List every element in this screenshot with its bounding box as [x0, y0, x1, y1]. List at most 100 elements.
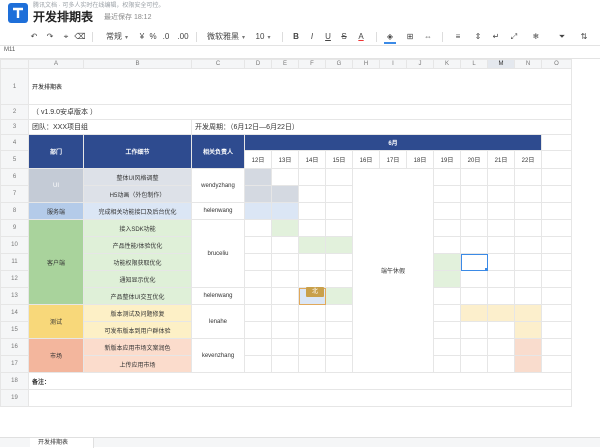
empty-cell[interactable] — [433, 321, 461, 339]
empty-cell[interactable] — [325, 219, 353, 237]
empty-cell[interactable] — [541, 304, 572, 322]
row-header[interactable]: 17 — [0, 355, 29, 373]
day-header[interactable]: 20日 — [460, 150, 488, 169]
empty-cell[interactable] — [460, 219, 488, 237]
empty-cell[interactable] — [460, 236, 488, 254]
day-header[interactable]: 15日 — [325, 150, 353, 169]
empty-cell[interactable] — [298, 304, 326, 322]
empty-cell[interactable] — [487, 219, 515, 237]
empty-cell[interactable] — [514, 202, 542, 220]
column-header-j[interactable]: J — [406, 59, 434, 69]
empty-cell[interactable] — [460, 202, 488, 220]
team-label[interactable]: 团队：XXX项目组 — [28, 119, 192, 135]
clear-format-icon[interactable]: ⌫ — [74, 30, 86, 44]
empty-cell[interactable] — [433, 355, 461, 373]
row-header[interactable]: 18 — [0, 372, 29, 390]
empty-cell[interactable] — [541, 270, 572, 288]
empty-cell[interactable] — [244, 270, 272, 288]
gantt-bar[interactable] — [271, 202, 299, 220]
task-cell[interactable]: 接入SDK功能 — [83, 219, 192, 237]
column-header-f[interactable]: F — [298, 59, 326, 69]
select-all-corner[interactable] — [0, 59, 29, 69]
empty-cell[interactable] — [325, 338, 353, 356]
empty-cell[interactable] — [487, 355, 515, 373]
empty-cell[interactable] — [541, 168, 572, 186]
sort-icon[interactable]: ⇅ — [578, 30, 590, 44]
font-color-button[interactable]: A — [355, 30, 367, 44]
gantt-bar[interactable] — [244, 168, 272, 186]
dept-market[interactable]: 市场 — [28, 338, 84, 373]
task-cell[interactable]: 产品性能/体验优化 — [83, 236, 192, 254]
empty-cell[interactable] — [298, 185, 326, 203]
task-cell[interactable]: 可发布版本到用户群体验 — [83, 321, 192, 339]
empty-cell[interactable] — [514, 287, 542, 305]
font-size-select[interactable]: 10 — [254, 30, 272, 44]
empty-cell[interactable] — [244, 338, 272, 356]
empty-cell[interactable] — [541, 287, 572, 305]
rotate-text-icon[interactable]: ⤢ — [508, 30, 520, 44]
empty-cell[interactable] — [298, 219, 326, 237]
empty-cell[interactable] — [514, 270, 542, 288]
row-header[interactable]: 3 — [0, 119, 29, 135]
row-header[interactable]: 14 — [0, 304, 29, 322]
row-header[interactable]: 4 — [0, 134, 29, 151]
empty-cell[interactable] — [244, 236, 272, 254]
column-header-g[interactable]: G — [325, 59, 353, 69]
column-header-a[interactable]: A — [28, 59, 84, 69]
empty-cell[interactable] — [460, 168, 488, 186]
empty-cell[interactable] — [460, 287, 488, 305]
version-label[interactable]: （ v1.9.0安卓版本 ） — [28, 104, 572, 120]
empty-cell[interactable] — [541, 338, 572, 356]
owner-cell[interactable]: lenahe — [191, 304, 245, 339]
align-icon[interactable]: ≡ — [452, 30, 464, 44]
format-painter-icon[interactable]: ⌖ — [60, 30, 72, 44]
period-label[interactable]: 开发周期：（6月12日—6月22日） — [191, 119, 572, 135]
day-header[interactable]: 16日 — [352, 150, 380, 169]
empty-cell[interactable] — [514, 236, 542, 254]
fill-color-icon[interactable]: ◈ — [384, 30, 396, 44]
increase-decimal-button[interactable]: .00 — [176, 30, 190, 44]
gantt-bar[interactable] — [514, 338, 542, 356]
number-format-select[interactable]: 常规 — [100, 30, 134, 44]
empty-cell[interactable] — [325, 185, 353, 203]
column-header-i[interactable]: I — [379, 59, 407, 69]
row-header[interactable]: 1 — [0, 68, 29, 105]
task-cell[interactable]: 整体UI风格调整 — [83, 168, 192, 186]
empty-cell[interactable] — [433, 287, 461, 305]
row-header[interactable]: 13 — [0, 287, 29, 305]
empty-cell[interactable] — [244, 253, 272, 271]
empty-cell[interactable] — [460, 270, 488, 288]
dept-header[interactable]: 部门 — [28, 134, 84, 169]
empty-cell[interactable] — [271, 168, 299, 186]
empty-cell[interactable] — [541, 134, 572, 151]
gantt-bar[interactable] — [514, 321, 542, 339]
row-header[interactable]: 12 — [0, 270, 29, 288]
row-header[interactable]: 16 — [0, 338, 29, 356]
row-header[interactable]: 11 — [0, 253, 29, 271]
gantt-bar[interactable] — [514, 304, 542, 322]
empty-cell[interactable] — [325, 304, 353, 322]
day-header[interactable]: 22日 — [514, 150, 542, 169]
empty-cell[interactable] — [541, 253, 572, 271]
gantt-bar[interactable] — [460, 304, 488, 322]
empty-cell[interactable] — [271, 304, 299, 322]
column-header-k[interactable]: K — [433, 59, 461, 69]
empty-cell[interactable] — [433, 202, 461, 220]
empty-cell[interactable] — [487, 338, 515, 356]
empty-cell[interactable] — [460, 185, 488, 203]
empty-cell[interactable] — [271, 338, 299, 356]
empty-cell[interactable] — [271, 355, 299, 373]
row-header[interactable]: 6 — [0, 168, 29, 186]
day-header[interactable]: 19日 — [433, 150, 461, 169]
task-cell[interactable]: 新版本应用市场文案润色 — [83, 338, 192, 356]
empty-cell[interactable] — [514, 185, 542, 203]
empty-cell[interactable] — [244, 287, 272, 305]
empty-cell[interactable] — [541, 321, 572, 339]
dept-ui[interactable]: UI — [28, 168, 84, 203]
day-header[interactable]: 18日 — [406, 150, 434, 169]
empty-cell[interactable] — [244, 355, 272, 373]
task-header[interactable]: 工作细节 — [83, 134, 192, 169]
freeze-icon[interactable]: ❄ — [530, 30, 542, 44]
empty-cell[interactable] — [433, 236, 461, 254]
column-header-e[interactable]: E — [271, 59, 299, 69]
